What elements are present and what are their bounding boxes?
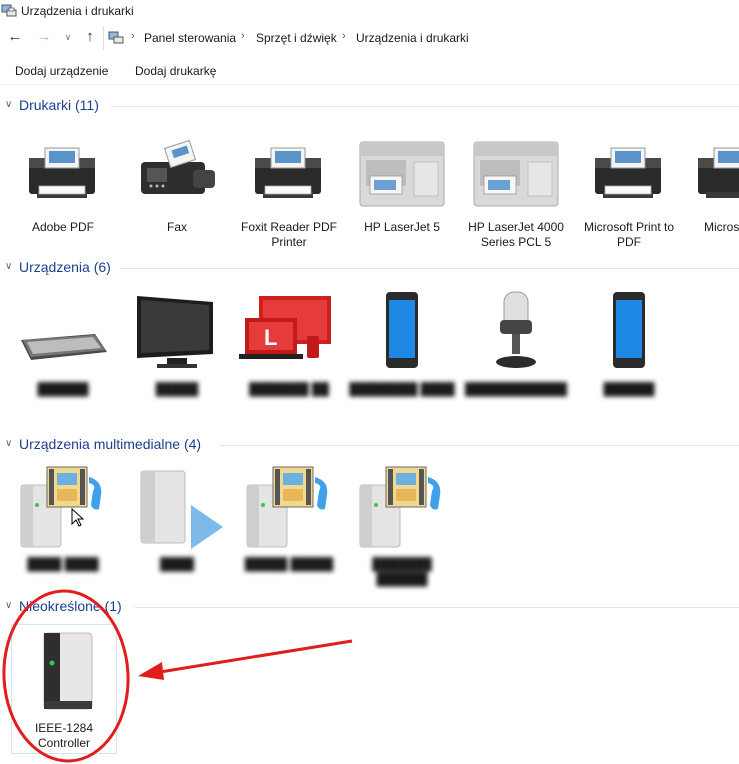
device-label: HP LaserJet 5 bbox=[364, 220, 440, 234]
device-item[interactable]: ████ bbox=[121, 461, 233, 591]
forward-arrow-icon[interactable]: → bbox=[34, 28, 54, 46]
add-printer-button[interactable]: Dodaj drukarkę bbox=[135, 64, 216, 78]
navigation-bar: ← → ∨ ↑ › Panel sterowania › Sprzęt i dź… bbox=[0, 22, 739, 52]
group-divider bbox=[120, 268, 739, 269]
device-item[interactable]: █████ █████ bbox=[233, 461, 345, 591]
group-header-printers[interactable]: ∨ Drukarki (11) bbox=[0, 96, 739, 116]
devices-printers-icon bbox=[1, 4, 17, 17]
breadcrumb-separator-icon[interactable]: › bbox=[342, 30, 346, 42]
fax-icon bbox=[141, 139, 215, 194]
breadcrumb-control-panel[interactable]: Panel sterowania bbox=[144, 31, 236, 45]
device-label: Fax bbox=[166, 220, 187, 234]
device-item-clipped[interactable]: Micros Docume bbox=[686, 136, 739, 236]
laser-printer-icon bbox=[473, 141, 559, 207]
add-device-button[interactable]: Dodaj urządzenie bbox=[15, 64, 108, 78]
collapse-chevron-icon[interactable]: ∨ bbox=[5, 261, 12, 272]
mouse-cursor-icon bbox=[71, 508, 85, 527]
device-item[interactable]: ██████ bbox=[7, 290, 119, 420]
group-divider bbox=[135, 607, 739, 608]
group-title: Urządzenia (6) bbox=[19, 259, 117, 275]
device-label: Adobe PDF bbox=[31, 220, 95, 234]
device-label-redacted: █████ █████ bbox=[244, 557, 334, 571]
breadcrumb-hardware-sound[interactable]: Sprzęt i dźwięk bbox=[256, 31, 337, 45]
recent-locations-chevron-icon[interactable]: ∨ bbox=[62, 28, 74, 46]
collapse-chevron-icon[interactable]: ∨ bbox=[5, 600, 12, 611]
device-label: Foxit Reader PDF Printer bbox=[240, 220, 338, 249]
device-label-redacted: ██████ bbox=[603, 382, 655, 396]
device-item[interactable]: ███████ ██████ bbox=[346, 461, 458, 591]
device-label: Microsoft Print to PDF bbox=[583, 220, 675, 249]
device-item[interactable]: HP LaserJet 4000 Series PCL 5 bbox=[460, 136, 572, 249]
generic-device-icon bbox=[43, 632, 93, 710]
device-label-redacted: ████ bbox=[159, 557, 194, 571]
device-item[interactable]: Microsoft Print to PDF bbox=[573, 136, 685, 249]
device-label-redacted: ███████ ██████ bbox=[372, 557, 432, 586]
device-item[interactable]: L ███████ ██ bbox=[233, 290, 345, 420]
collapse-chevron-icon[interactable]: ∨ bbox=[5, 438, 12, 449]
device-item[interactable]: Adobe PDF bbox=[7, 136, 119, 236]
device-label-redacted: █████ bbox=[155, 382, 199, 396]
printer-icon bbox=[595, 147, 661, 198]
arrow-shaft bbox=[159, 639, 353, 674]
title-bar: Urządzenia i drukarki bbox=[0, 0, 739, 22]
device-label-redacted: ███████ ██ bbox=[249, 382, 329, 396]
group-header-unspecified[interactable]: ∨ Nieokreślone (1) bbox=[0, 597, 739, 617]
phone-icon bbox=[613, 292, 645, 368]
laser-printer-icon bbox=[359, 141, 445, 207]
keyboard-icon bbox=[21, 334, 107, 360]
computer-icon: L bbox=[239, 296, 331, 359]
media-server-icon bbox=[246, 466, 328, 548]
monitor-icon bbox=[137, 296, 213, 368]
device-item[interactable]: ████ ████ bbox=[7, 461, 119, 591]
breadcrumb-separator-icon[interactable]: › bbox=[241, 30, 245, 42]
media-server-icon bbox=[20, 466, 102, 548]
device-label-redacted: ████ ████ bbox=[27, 557, 99, 571]
device-item[interactable]: HP LaserJet 5 bbox=[346, 136, 458, 236]
breadcrumb-separator-icon[interactable]: › bbox=[131, 30, 135, 42]
arrow-head-icon bbox=[138, 662, 164, 680]
device-label-redacted: ██████ bbox=[37, 382, 89, 396]
printer-icon bbox=[255, 147, 321, 198]
window-title: Urządzenia i drukarki bbox=[21, 4, 134, 18]
device-item[interactable]: ████████ ████ bbox=[346, 290, 458, 420]
device-item[interactable]: ████████████ bbox=[460, 290, 572, 420]
svg-text:L: L bbox=[264, 325, 277, 350]
group-title: Urządzenia multimedialne (4) bbox=[19, 436, 208, 452]
phone-icon bbox=[386, 292, 418, 368]
command-bar: Dodaj urządzenie Dodaj drukarkę bbox=[0, 55, 739, 85]
microphone-icon bbox=[496, 291, 536, 368]
device-label: Micros Docume bbox=[704, 220, 739, 234]
group-divider bbox=[220, 445, 739, 446]
group-header-multimedia[interactable]: ∨ Urządzenia multimedialne (4) bbox=[0, 435, 739, 455]
device-label-redacted: ████████████ bbox=[464, 382, 568, 396]
breadcrumb-devices-printers[interactable]: Urządzenia i drukarki bbox=[356, 31, 469, 45]
device-item[interactable]: Micros Docume bbox=[686, 136, 739, 236]
device-item-ieee-1284-controller[interactable]: IEEE-1284 Controller bbox=[11, 624, 117, 754]
device-item[interactable]: Foxit Reader PDF Printer bbox=[233, 136, 345, 249]
up-arrow-icon[interactable]: ↑ bbox=[80, 28, 100, 46]
device-label: IEEE-1284 Controller bbox=[34, 721, 94, 750]
group-divider bbox=[110, 106, 739, 107]
group-title: Drukarki (11) bbox=[19, 97, 105, 113]
media-player-icon bbox=[140, 470, 223, 549]
address-bar[interactable]: › Panel sterowania › Sprzęt i dźwięk › U… bbox=[103, 26, 739, 50]
devices-printers-icon bbox=[108, 31, 124, 44]
group-header-devices[interactable]: ∨ Urządzenia (6) bbox=[0, 258, 739, 278]
back-arrow-icon[interactable]: ← bbox=[5, 28, 25, 46]
device-item[interactable]: Fax bbox=[121, 136, 233, 236]
device-label: HP LaserJet 4000 Series PCL 5 bbox=[468, 220, 564, 249]
group-title: Nieokreślone (1) bbox=[19, 598, 128, 614]
printer-icon bbox=[29, 147, 95, 198]
printer-icon bbox=[698, 147, 739, 198]
device-item[interactable]: ██████ bbox=[573, 290, 685, 420]
media-server-icon bbox=[359, 466, 441, 548]
device-label-redacted: ████████ ████ bbox=[349, 382, 455, 396]
collapse-chevron-icon[interactable]: ∨ bbox=[5, 99, 12, 110]
device-item[interactable]: █████ bbox=[121, 290, 233, 420]
